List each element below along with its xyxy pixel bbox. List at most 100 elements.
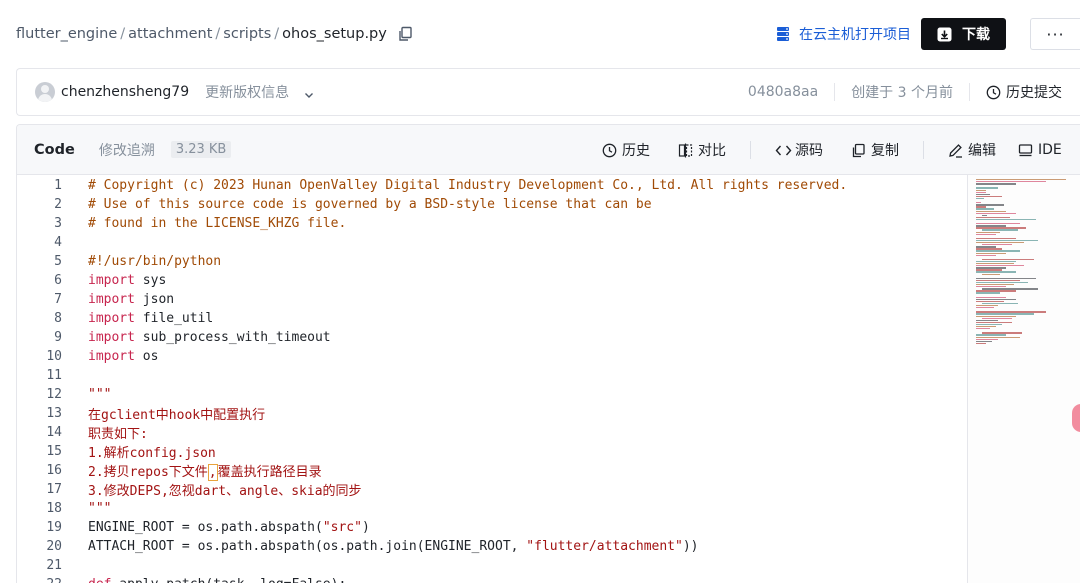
line-number[interactable]: 14 — [17, 425, 62, 440]
code-line: 20 ATTACH_ROOT = os.path.abspath(os.path.… — [17, 537, 967, 556]
compare-button[interactable]: 对比 — [678, 140, 726, 160]
line-number[interactable]: 18 — [17, 501, 62, 516]
line-number[interactable]: 21 — [17, 558, 62, 573]
clock-icon — [602, 143, 617, 158]
line-number[interactable]: 15 — [17, 444, 62, 459]
pencil-icon — [948, 143, 963, 158]
breadcrumb-current-file: ohos_setup.py — [282, 26, 387, 42]
line-content: 3.修改DEPS,忽视dart、angle、skia的同步 — [88, 480, 362, 499]
line-content: """ — [88, 387, 111, 402]
code-token: import — [88, 330, 135, 345]
code-token: ) — [361, 520, 370, 535]
line-number[interactable]: 13 — [17, 406, 62, 421]
commit-sha[interactable]: 0480a8aa — [748, 84, 818, 100]
code-line: 17 3.修改DEPS,忽视dart、angle、skia的同步 — [17, 480, 967, 499]
commit-created-time: 创建于 3 个月前 — [851, 85, 953, 101]
code-line: 1 # Copyright (c) 2023 Hunan OpenValley D… — [17, 176, 967, 195]
line-number[interactable]: 10 — [17, 349, 62, 364]
edit-button[interactable]: 编辑 — [948, 140, 996, 160]
code-token: """ — [88, 387, 112, 402]
breadcrumb-link-scripts[interactable]: scripts — [223, 26, 271, 42]
line-number[interactable]: 5 — [17, 254, 62, 269]
breadcrumb-link-attachment[interactable]: attachment — [128, 26, 212, 42]
path-bar: flutter_engine / attachment / scripts / … — [0, 0, 1080, 68]
code-line: 5 #!/usr/bin/python — [17, 252, 967, 271]
code-token: import — [88, 349, 135, 364]
code-line: 16 2.拷贝repos下文件,覆盖执行路径目录 — [17, 461, 967, 481]
code-token: "src" — [322, 520, 362, 535]
minimap-line — [976, 183, 1016, 185]
code-token: 职责如下: — [88, 427, 148, 442]
code-editor[interactable]: 1 # Copyright (c) 2023 Hunan OpenValley D… — [17, 175, 967, 583]
line-content: 1.解析config.json — [88, 442, 216, 461]
download-label: 下载 — [962, 27, 990, 43]
line-content: 在gclient中hook中配置执行 — [88, 404, 265, 423]
line-number[interactable]: 7 — [17, 292, 62, 307]
download-button[interactable]: 下载 — [921, 18, 1006, 50]
breadcrumb-link-repo[interactable]: flutter_engine — [16, 26, 117, 42]
line-number[interactable]: 20 — [17, 539, 62, 554]
cloud-host-icon — [775, 26, 791, 42]
source-button[interactable]: 源码 — [775, 140, 823, 160]
code-brackets-icon — [775, 143, 792, 158]
line-number[interactable]: 6 — [17, 273, 62, 288]
code-minimap[interactable] — [967, 175, 1080, 583]
line-number[interactable]: 1 — [17, 178, 62, 193]
open-in-cloud-host-link[interactable]: 在云主机打开项目 — [775, 24, 911, 44]
code-token: "flutter/attachment" — [526, 539, 683, 554]
code-token: )) — [682, 539, 699, 554]
line-content: import os — [88, 349, 158, 364]
compare-icon — [678, 143, 693, 158]
commit-history-link[interactable]: 历史提交 — [986, 82, 1062, 102]
code-token: 在gclient中hook中配置执行 — [88, 408, 266, 423]
line-number[interactable]: 12 — [17, 387, 62, 402]
copy-button[interactable]: 复制 — [851, 140, 899, 160]
line-number[interactable]: 16 — [17, 463, 62, 478]
minimap-line — [976, 254, 996, 256]
code-line: 19 ENGINE_ROOT = os.path.abspath("src") — [17, 518, 967, 537]
line-number[interactable]: 4 — [17, 235, 62, 250]
code-line: 8 import file_util — [17, 309, 967, 328]
breadcrumb-separator: / — [120, 26, 126, 42]
clock-icon — [986, 85, 1001, 100]
line-content: import sub_process_with_timeout — [88, 330, 331, 345]
minimap-line — [976, 342, 986, 345]
tab-code[interactable]: Code — [34, 142, 75, 158]
breadcrumb-separator: / — [274, 26, 280, 42]
code-line: 14 职责如下: — [17, 423, 967, 442]
line-content: 2.拷贝repos下文件,覆盖执行路径目录 — [88, 461, 322, 481]
line-number[interactable]: 11 — [17, 368, 62, 383]
minimap-line — [982, 273, 1000, 275]
latest-commit-bar: chenzhensheng79 更新版权信息 0480a8aa 创建于 3 个月… — [16, 68, 1080, 116]
file-size-badge: 3.23 KB — [170, 141, 232, 158]
copy-label: 复制 — [871, 143, 899, 159]
line-content: # Use of this source code is governed by… — [88, 197, 652, 212]
chevron-down-icon[interactable] — [303, 86, 315, 98]
commit-author[interactable]: chenzhensheng79 — [61, 84, 189, 100]
code-line: 15 1.解析config.json — [17, 442, 967, 461]
more-dots-icon: ··· — [1046, 24, 1065, 44]
history-button[interactable]: 历史 — [602, 140, 650, 160]
line-content: """ — [88, 501, 111, 516]
floating-assistant-button[interactable] — [1072, 404, 1080, 432]
more-options-button[interactable]: ··· — [1030, 18, 1080, 50]
line-number[interactable]: 19 — [17, 520, 62, 535]
file-actions: 历史 对比 源码 复制 编辑 IDE — [602, 125, 1062, 175]
code-line: 3 # found in the LICENSE_KHZG file. — [17, 214, 967, 233]
code-line: 10 import os — [17, 347, 967, 366]
line-number[interactable]: 9 — [17, 330, 62, 345]
line-number[interactable]: 3 — [17, 216, 62, 231]
code-token: ATTACH_ROOT = os.path.abspath(os.path.jo… — [88, 539, 527, 554]
avatar[interactable] — [35, 82, 55, 102]
source-label: 源码 — [795, 143, 823, 159]
line-number[interactable]: 17 — [17, 482, 62, 497]
copy-path-icon[interactable] — [397, 26, 413, 42]
line-number[interactable]: 2 — [17, 197, 62, 212]
ide-button[interactable]: IDE — [1018, 142, 1062, 158]
code-line: 22 def apply_patch(task, log=False): — [17, 575, 967, 583]
commit-message[interactable]: 更新版权信息 — [205, 82, 289, 102]
line-number[interactable]: 22 — [17, 577, 62, 583]
code-line: 6 import sys — [17, 271, 967, 290]
line-number[interactable]: 8 — [17, 311, 62, 326]
tab-blame[interactable]: 修改追溯 — [99, 140, 155, 160]
